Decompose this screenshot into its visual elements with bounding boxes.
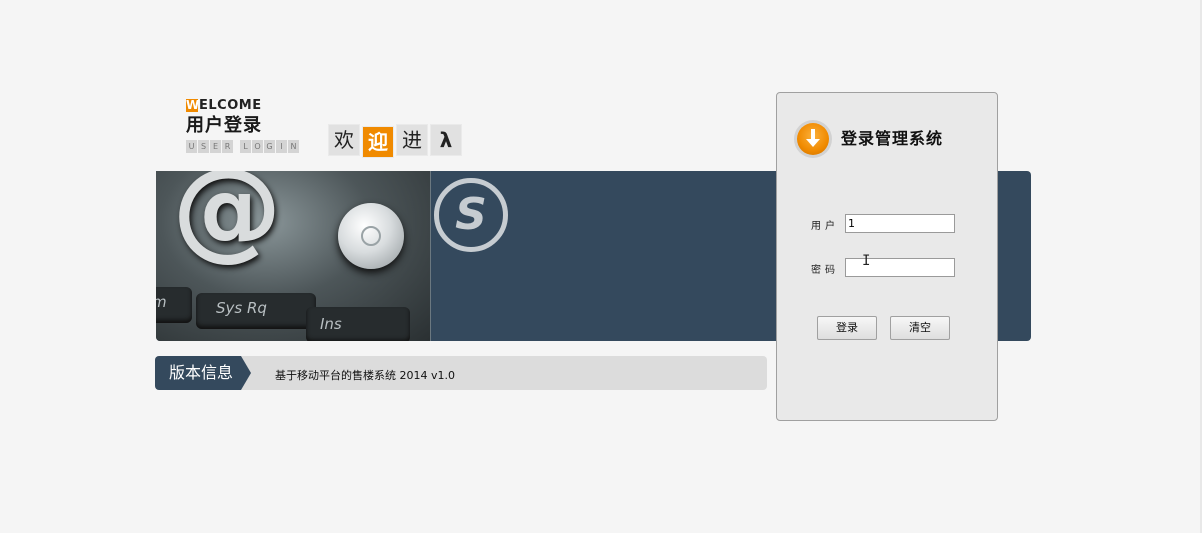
keyboard-key: Sys Rq: [196, 293, 316, 329]
login-button[interactable]: 登录: [817, 316, 877, 340]
text-cursor-icon: I: [862, 253, 871, 269]
power-button-icon: [338, 203, 404, 269]
subtitle-letter: I: [276, 140, 287, 153]
user-login-title: 用户登录: [186, 115, 262, 136]
welcome-initial: W: [186, 98, 200, 112]
subtitle-letter: S: [198, 140, 209, 153]
welcome-tile-highlight: 迎: [362, 126, 394, 158]
login-title: 登录管理系统: [841, 129, 944, 148]
keyboard-key: m: [156, 287, 192, 323]
subtitle-letter: E: [210, 140, 221, 153]
s-logo-icon: S: [434, 178, 508, 252]
clear-button[interactable]: 清空: [890, 316, 950, 340]
subtitle-letter: G: [264, 140, 275, 153]
keyboard-key: Ins: [306, 307, 410, 341]
version-bar: 版本信息 基于移动平台的售楼系统 2014 v1.0: [155, 356, 767, 390]
welcome-tile: 进: [396, 124, 428, 156]
welcome-logo: W ELCOME 用户登录 U S E R L O G I N: [186, 98, 321, 156]
subtitle-letter: N: [288, 140, 299, 153]
password-label: 密码: [811, 265, 839, 276]
subtitle-letter: O: [252, 140, 263, 153]
subtitle-letter: L: [240, 140, 251, 153]
at-sign-icon: @: [172, 171, 282, 272]
version-info: 基于移动平台的售楼系统 2014 v1.0: [275, 369, 455, 382]
welcome-text: ELCOME: [199, 98, 262, 113]
subtitle-letter: U: [186, 140, 197, 153]
subtitle-letter: R: [222, 140, 233, 153]
login-panel: 登录管理系统 用户 密码 I 登录 清空: [776, 92, 998, 421]
username-input[interactable]: [845, 214, 955, 233]
username-label: 用户: [811, 221, 839, 232]
welcome-tile: λ: [430, 124, 462, 156]
welcome-tiles: 欢 迎 进 λ: [328, 124, 464, 158]
banner-photo: @ m Sys Rq Ins: [156, 171, 431, 341]
user-login-subtitle: U S E R L O G I N: [186, 140, 299, 154]
welcome-tile: 欢: [328, 124, 360, 156]
subtitle-gap: [234, 140, 239, 153]
s-logo-letter: S: [455, 189, 487, 240]
version-label: 版本信息: [155, 356, 251, 390]
download-arrow-icon: [797, 123, 829, 155]
